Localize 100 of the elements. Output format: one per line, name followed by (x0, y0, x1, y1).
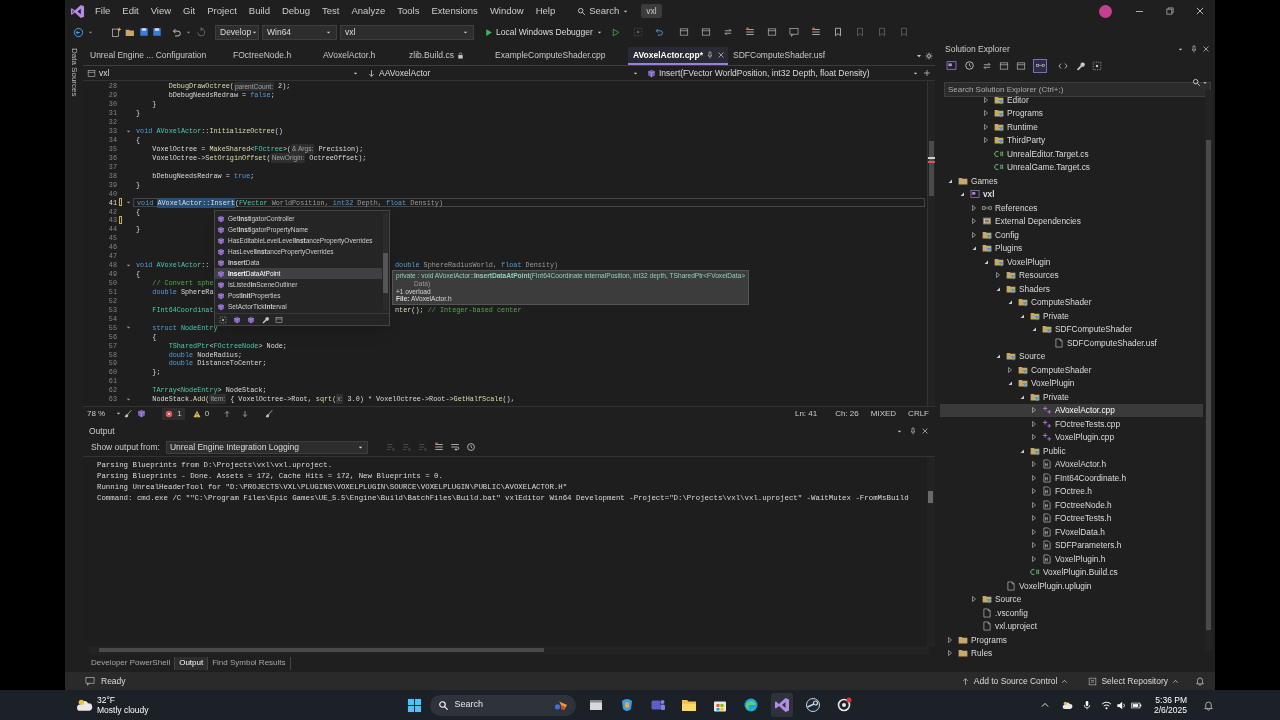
expanded-arrow-icon[interactable] (1030, 325, 1038, 334)
taskbar-search-field[interactable]: Search (429, 694, 576, 716)
tree-item[interactable]: VoxelPlugin.Build.cs (940, 565, 1203, 579)
window-icon[interactable] (275, 315, 283, 324)
output-icon[interactable] (85, 676, 95, 686)
panel-tab[interactable]: Output (175, 656, 209, 670)
sync-icon[interactable] (722, 27, 733, 37)
editor-tab[interactable]: FOctreeNode.h (228, 47, 318, 65)
tree-item[interactable]: Source (940, 592, 1203, 606)
expanded-arrow-icon[interactable] (994, 352, 1002, 361)
side-panel-tab[interactable]: Data Sources (68, 48, 80, 672)
menu-item[interactable]: Project (201, 1, 243, 21)
tree-item[interactable]: Private (940, 390, 1203, 404)
collapsed-arrow-icon[interactable] (1030, 527, 1038, 536)
down-arrow-icon[interactable] (241, 409, 250, 418)
refresh-icon[interactable] (653, 27, 664, 37)
tree-item[interactable]: Config (940, 228, 1203, 242)
collapsed-arrow-icon[interactable] (970, 230, 978, 239)
tree-item[interactable]: FOctree.h (940, 484, 1203, 498)
collapsed-arrow-icon[interactable] (1030, 487, 1038, 496)
restore-icon[interactable] (1165, 6, 1175, 16)
collapsed-arrow-icon[interactable] (970, 595, 978, 604)
scope-dropdown[interactable]: AAVoxelActor (363, 66, 643, 80)
settings-icon[interactable] (925, 52, 933, 60)
close-icon[interactable] (921, 427, 929, 435)
configuration-dropdown[interactable]: Develop (215, 24, 259, 40)
collapse-all-icon[interactable] (999, 60, 1009, 71)
start-icon[interactable] (406, 697, 422, 713)
tree-item[interactable]: AVoxelActor.h (940, 457, 1203, 471)
search-field[interactable]: Search Solution Explorer (Ctrl+;) (944, 82, 1211, 97)
collapsed-arrow-icon[interactable] (1006, 365, 1014, 374)
window-icon[interactable] (766, 27, 777, 37)
collapsed-arrow-icon[interactable] (994, 271, 1002, 280)
tree-item[interactable]: Private (940, 309, 1203, 323)
tree-item[interactable]: UnrealEditor.Target.cs (940, 147, 1203, 161)
preview-icon[interactable] (1092, 60, 1102, 71)
save-icon[interactable] (139, 27, 149, 37)
tree-item[interactable]: ComputeShader (940, 295, 1203, 309)
pending-changes-icon[interactable] (964, 60, 975, 71)
close-icon[interactable] (1202, 45, 1210, 53)
wifi-icon[interactable] (1100, 699, 1112, 711)
bookmark-icon[interactable] (832, 27, 843, 37)
tree-item[interactable]: Rules (940, 646, 1203, 660)
tree-item[interactable]: VoxelPlugin.cpp (940, 430, 1203, 444)
show-all-files-icon[interactable] (1016, 60, 1026, 71)
tree-item[interactable]: VoxelPlugin.uplugin (940, 579, 1203, 593)
sync-with-document-button[interactable] (1033, 58, 1047, 73)
tree-item[interactable]: Programs (940, 633, 1203, 647)
repository-button[interactable]: Select Repository (1088, 674, 1179, 688)
tree-item[interactable]: Shaders (940, 282, 1203, 296)
back-icon[interactable] (73, 26, 84, 38)
show-hidden-icons-icon[interactable] (1039, 700, 1050, 710)
word-wrap-icon[interactable] (450, 442, 460, 452)
collapsed-arrow-icon[interactable] (1030, 500, 1038, 509)
tree-item[interactable]: vxl (940, 187, 1203, 201)
save-all-icon[interactable] (152, 27, 162, 37)
collapsed-arrow-icon[interactable] (982, 136, 990, 145)
menu-item[interactable]: View (144, 1, 178, 21)
properties-icon[interactable] (1075, 60, 1085, 71)
menu-item[interactable]: Build (242, 1, 276, 21)
scrollbar-thumb[interactable] (929, 141, 934, 196)
cube-icon[interactable] (137, 409, 147, 418)
expanded-arrow-icon[interactable] (1006, 298, 1014, 307)
menu-item[interactable]: Test (315, 1, 346, 21)
project-dropdown[interactable]: vxl (83, 66, 363, 80)
split-icon[interactable] (923, 69, 931, 77)
whitespace-mode[interactable]: MIXED (870, 407, 897, 420)
menu-item[interactable]: Edit (116, 1, 145, 21)
sync-icon[interactable] (982, 60, 992, 71)
notification-icon[interactable] (1203, 699, 1214, 711)
list-icon[interactable] (810, 27, 821, 37)
menu-item[interactable]: Window (483, 1, 530, 21)
start-debugging-button[interactable]: Local Windows Debugger (481, 25, 606, 39)
tree-item[interactable]: Public (940, 444, 1203, 458)
editor-tab[interactable]: AVoxelActor.h (318, 47, 404, 65)
collapsed-arrow-icon[interactable] (1030, 541, 1038, 550)
avatar-icon[interactable] (1099, 4, 1112, 18)
scrollbar-thumb[interactable] (928, 491, 933, 503)
editor-tab[interactable]: zlib.Build.cs (404, 47, 490, 65)
member-dropdown[interactable]: Insert(FVector WorldPosition, int32 Depth, float Density) (643, 66, 923, 80)
pin-icon[interactable] (706, 51, 715, 59)
list-icon[interactable] (744, 27, 755, 37)
play-icon[interactable] (610, 27, 620, 37)
microphone-icon[interactable] (1081, 700, 1092, 710)
tree-item[interactable]: Runtime (940, 120, 1203, 134)
scrollbar-thumb[interactable] (99, 648, 544, 652)
tree-item[interactable]: VoxelPlugin (940, 376, 1203, 390)
speaker-icon[interactable] (1115, 699, 1127, 711)
collapsed-arrow-icon[interactable] (1030, 433, 1038, 442)
tree-item[interactable]: vxl.uproject (940, 619, 1203, 633)
tree-item[interactable]: SDFComputeShader (940, 322, 1203, 336)
pin-icon[interactable] (1190, 45, 1198, 53)
menu-item[interactable]: File (89, 1, 117, 21)
menu-item[interactable]: Tools (391, 1, 426, 21)
close-icon[interactable] (1195, 6, 1205, 16)
collapsed-arrow-icon[interactable] (982, 109, 990, 118)
expanded-arrow-icon[interactable] (958, 190, 966, 199)
tree-item[interactable]: Resources (940, 268, 1203, 282)
tree-item[interactable]: VoxelPlugin.h (940, 552, 1203, 566)
tree-item[interactable]: ThirdParty (940, 133, 1203, 147)
